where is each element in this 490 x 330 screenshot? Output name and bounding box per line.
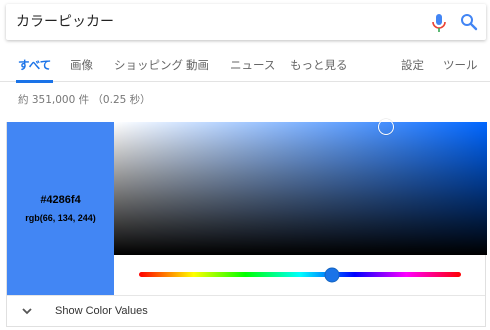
tab-tools[interactable]: ツール [443,48,478,82]
chevron-down-icon [22,308,32,315]
tab-settings[interactable]: 設定 [401,48,424,82]
result-stats: 約 351,000 件 （0.25 秒） [18,94,151,106]
tab-all[interactable]: すべて [15,48,54,83]
tab-news[interactable]: ニュース [230,48,275,82]
tab-more[interactable]: もっと見る [290,48,348,82]
microphone-icon[interactable] [430,13,448,33]
tab-images[interactable]: 画像 [70,48,93,82]
hue-slider[interactable] [139,267,461,282]
color-swatch: #4286f4 rgb(66, 134, 244) [7,122,114,295]
hue-slider-handle[interactable] [324,267,340,282]
search-icon[interactable] [460,13,478,31]
show-color-values-toggle[interactable]: Show Color Values [7,295,485,326]
color-picker-card: #4286f4 rgb(66, 134, 244) Show Color Val… [6,119,487,327]
tab-videos[interactable]: 動画 [186,48,209,82]
search-input[interactable] [16,4,396,40]
show-color-values-label: Show Color Values [55,305,148,317]
tab-shopping[interactable]: ショッピング [114,48,183,82]
saturation-brightness-area[interactable] [114,119,487,255]
color-selector-handle[interactable] [378,119,395,136]
rgb-value: rgb(66, 134, 244) [25,213,96,223]
search-bar [6,4,486,40]
hex-value: #4286f4 [40,194,81,206]
search-tabs: すべて 画像 ショッピング 動画 ニュース もっと見る 設定 ツール [0,48,490,83]
